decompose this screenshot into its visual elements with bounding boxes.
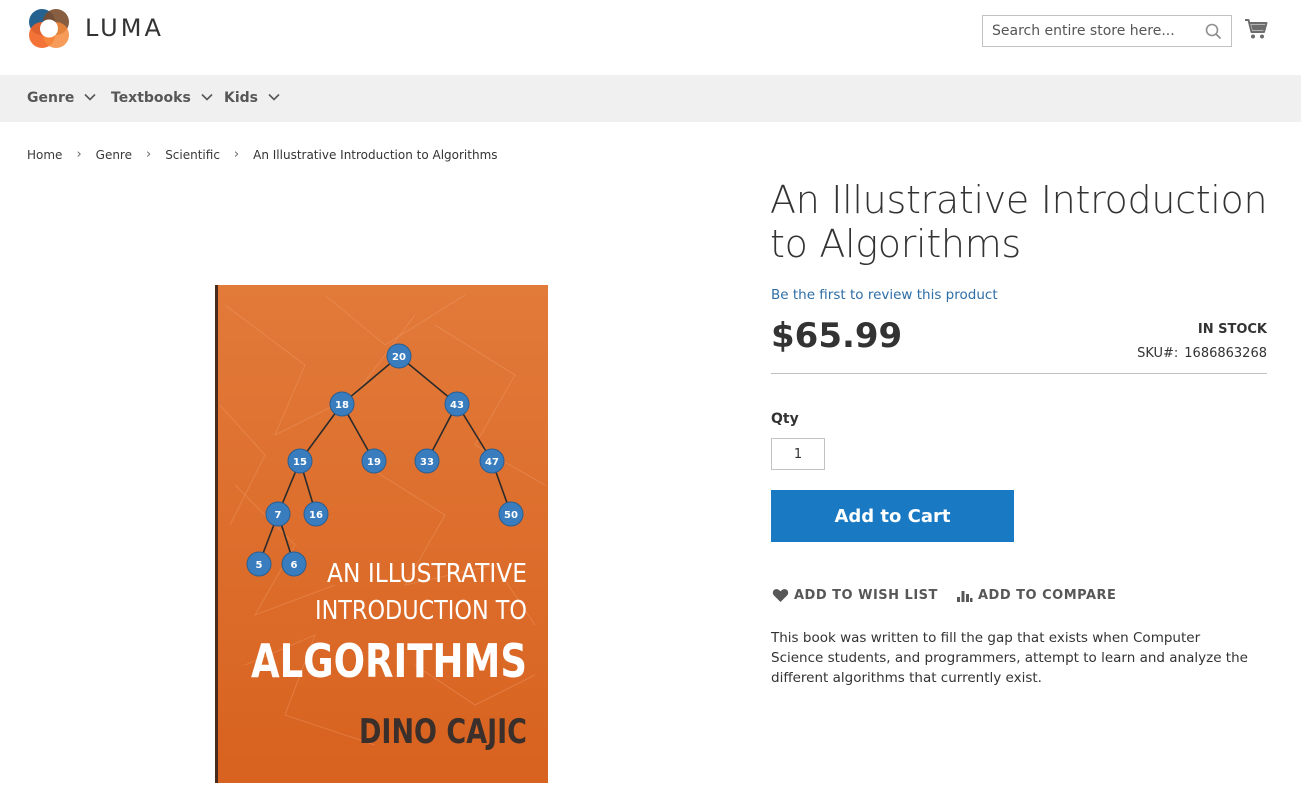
breadcrumb-scientific[interactable]: Scientific bbox=[165, 148, 220, 162]
nav-item-label: Genre bbox=[27, 90, 75, 106]
tree-node: 6 bbox=[291, 560, 298, 571]
nav-item-textbooks[interactable]: Textbooks bbox=[111, 75, 213, 122]
breadcrumb-separator: › bbox=[233, 147, 240, 162]
product-description: This book was written to fill the gap th… bbox=[771, 630, 1248, 686]
divider bbox=[771, 373, 1267, 374]
tree-node: 19 bbox=[367, 457, 381, 468]
main-navigation: Genre Textbooks Kids bbox=[0, 75, 1301, 122]
page-header: LUMA bbox=[0, 0, 1301, 75]
review-link[interactable]: Be the first to review this product bbox=[771, 287, 998, 303]
compare-label: ADD TO COMPARE bbox=[978, 588, 1117, 603]
heart-icon bbox=[772, 589, 789, 602]
cover-title-line3: ALGORITHMS bbox=[251, 634, 527, 688]
nav-item-label: Textbooks bbox=[111, 90, 191, 106]
stock-status: IN STOCK bbox=[1197, 322, 1267, 337]
add-to-cart-button[interactable]: Add to Cart bbox=[771, 490, 1014, 542]
cover-author: DINO CAJIC bbox=[359, 712, 527, 752]
tree-node: 15 bbox=[293, 457, 307, 468]
sku-label: SKU#: bbox=[1137, 346, 1179, 361]
wishlist-label: ADD TO WISH LIST bbox=[794, 588, 938, 603]
search-icon[interactable] bbox=[1205, 23, 1222, 40]
tree-node: 50 bbox=[504, 510, 518, 521]
product-price: $65.99 bbox=[771, 316, 903, 356]
breadcrumb-home[interactable]: Home bbox=[27, 148, 62, 162]
compare-icon bbox=[957, 591, 973, 602]
tree-node: 18 bbox=[335, 400, 349, 411]
qty-input[interactable] bbox=[771, 438, 825, 470]
luma-logo-icon bbox=[29, 9, 69, 48]
breadcrumb-current: An Illustrative Introduction to Algorith… bbox=[253, 147, 498, 162]
logo-text: LUMA bbox=[85, 14, 164, 42]
cart-icon[interactable] bbox=[1244, 18, 1268, 40]
nav-item-kids[interactable]: Kids bbox=[224, 75, 280, 122]
breadcrumb-separator: › bbox=[76, 147, 82, 162]
product-image[interactable]: 20 18 43 15 19 33 47 7 16 50 5 6 AN ILLU… bbox=[215, 285, 548, 783]
chevron-down-icon bbox=[201, 93, 213, 101]
search-input[interactable] bbox=[983, 16, 1198, 46]
search-box bbox=[982, 15, 1232, 47]
add-to-wishlist-link[interactable]: ADD TO WISH LIST bbox=[772, 588, 938, 603]
nav-item-genre[interactable]: Genre bbox=[27, 75, 96, 122]
add-to-compare-link[interactable]: ADD TO COMPARE bbox=[956, 588, 1116, 603]
chevron-down-icon bbox=[84, 93, 96, 101]
breadcrumb-separator: › bbox=[145, 147, 152, 162]
breadcrumb-genre[interactable]: Genre bbox=[96, 148, 132, 162]
tree-node: 16 bbox=[309, 510, 323, 521]
logo[interactable]: LUMA bbox=[27, 6, 164, 50]
tree-node: 47 bbox=[485, 457, 499, 468]
breadcrumb: Home › Genre › Scientific › An Illustrat… bbox=[27, 147, 498, 162]
chevron-down-icon bbox=[268, 93, 280, 101]
tree-node: 20 bbox=[392, 352, 406, 363]
qty-label: Qty bbox=[771, 411, 799, 427]
cover-title-line1: AN ILLUSTRATIVE bbox=[327, 559, 527, 589]
product-sku: SKU#: 1686863268 bbox=[1137, 346, 1267, 361]
tree-node: 7 bbox=[275, 510, 282, 521]
tree-node: 43 bbox=[450, 400, 464, 411]
cover-title-line2: INTRODUCTION TO bbox=[315, 596, 527, 626]
nav-item-label: Kids bbox=[224, 90, 259, 106]
tree-node: 5 bbox=[256, 560, 263, 571]
tree-node: 33 bbox=[420, 457, 434, 468]
product-title: An Illustrative Introduction to Algorith… bbox=[770, 178, 1268, 266]
sku-value: 1686863268 bbox=[1184, 346, 1267, 361]
